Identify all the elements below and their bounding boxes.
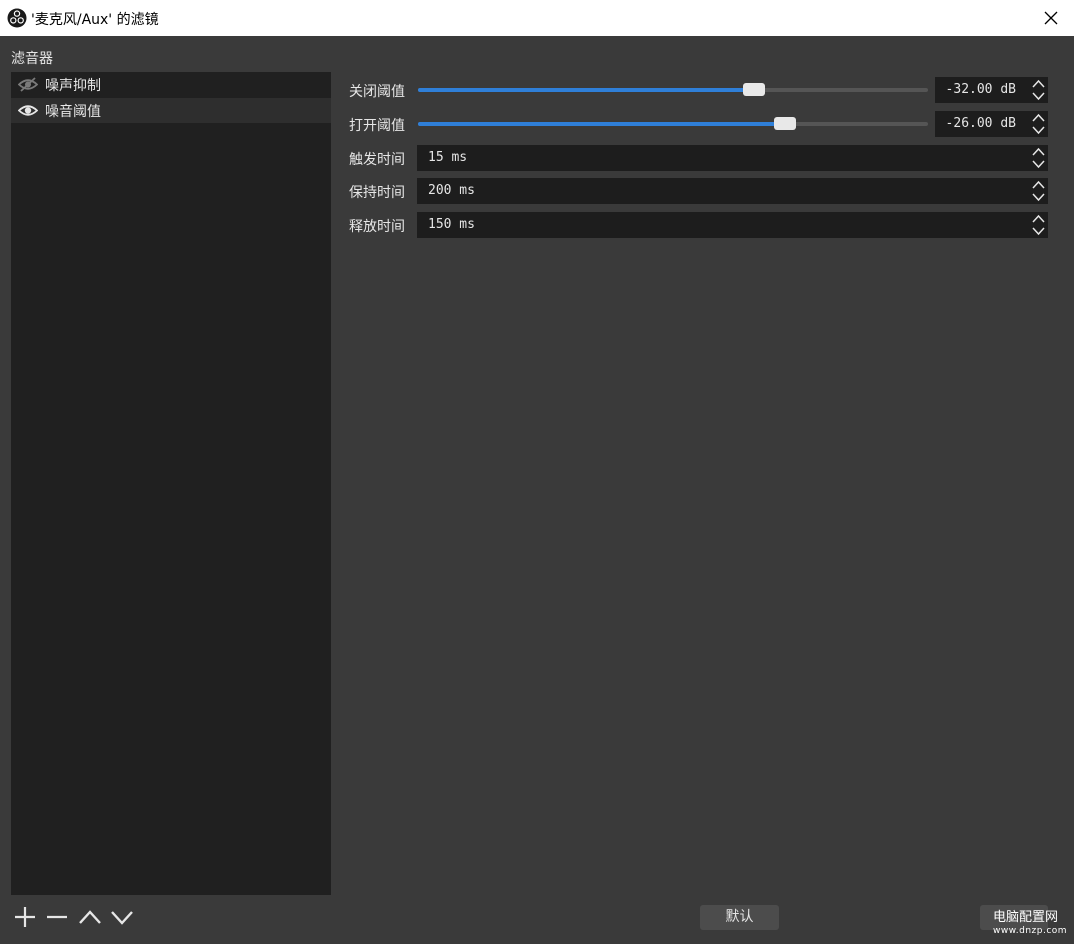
spin-up-icon[interactable] bbox=[1029, 178, 1048, 191]
hold-time-input[interactable]: 200 ms bbox=[417, 178, 1029, 204]
spin-down-icon[interactable] bbox=[1029, 225, 1048, 238]
watermark-text: 电脑配置网 bbox=[993, 910, 1059, 925]
watermark: 电脑配置网 www.dnzp.com bbox=[993, 906, 1068, 936]
eye-hidden-icon[interactable] bbox=[18, 76, 38, 93]
spin-down-icon[interactable] bbox=[1029, 191, 1048, 204]
spin-up-icon[interactable] bbox=[1029, 111, 1048, 124]
attack-time-spinner[interactable] bbox=[1029, 145, 1048, 171]
open-threshold-slider[interactable] bbox=[418, 117, 928, 130]
open-threshold-label: 打开阈值 bbox=[349, 118, 405, 134]
release-time-spinner[interactable] bbox=[1029, 212, 1048, 238]
chevron-up-icon[interactable] bbox=[77, 904, 103, 930]
open-threshold-input[interactable]: -26.00 dB bbox=[935, 111, 1029, 137]
attack-time-input[interactable]: 15 ms bbox=[417, 145, 1029, 171]
spin-up-icon[interactable] bbox=[1029, 77, 1048, 90]
filters-section-label: 滤音器 bbox=[11, 51, 53, 67]
defaults-button[interactable]: 默认 bbox=[700, 905, 779, 930]
release-time-input[interactable]: 150 ms bbox=[417, 212, 1029, 238]
close-threshold-input[interactable]: -32.00 dB bbox=[935, 77, 1029, 103]
spin-down-icon[interactable] bbox=[1029, 158, 1048, 171]
close-threshold-label: 关闭阈值 bbox=[349, 84, 405, 100]
filter-item-noise-suppression[interactable]: 噪声抑制 bbox=[11, 72, 331, 97]
filter-item-label: 噪声抑制 bbox=[45, 78, 101, 94]
filter-list[interactable]: 噪声抑制 噪音阈值 bbox=[11, 72, 331, 895]
close-icon bbox=[1044, 11, 1058, 25]
chevron-down-icon[interactable] bbox=[109, 904, 135, 930]
slider-fill bbox=[418, 88, 754, 92]
spin-down-icon[interactable] bbox=[1029, 90, 1048, 103]
spin-up-icon[interactable] bbox=[1029, 145, 1048, 158]
add-icon[interactable] bbox=[12, 904, 38, 930]
slider-handle[interactable] bbox=[774, 117, 796, 130]
slider-fill bbox=[418, 122, 785, 126]
release-time-label: 释放时间 bbox=[349, 219, 405, 235]
close-button[interactable] bbox=[1028, 0, 1074, 36]
slider-handle[interactable] bbox=[743, 83, 765, 96]
filter-item-label: 噪音阈值 bbox=[45, 104, 101, 120]
close-threshold-spinner[interactable] bbox=[1029, 77, 1048, 103]
remove-icon[interactable] bbox=[44, 904, 70, 930]
obs-logo-icon bbox=[7, 8, 27, 28]
spin-down-icon[interactable] bbox=[1029, 124, 1048, 137]
hold-time-spinner[interactable] bbox=[1029, 178, 1048, 204]
attack-time-label: 触发时间 bbox=[349, 152, 405, 168]
open-threshold-spinner[interactable] bbox=[1029, 111, 1048, 137]
close-threshold-slider[interactable] bbox=[418, 83, 928, 96]
eye-icon[interactable] bbox=[18, 102, 38, 119]
filter-item-noise-gate[interactable]: 噪音阈值 bbox=[11, 98, 331, 123]
watermark-url: www.dnzp.com bbox=[993, 926, 1068, 936]
title-bar: '麦克风/Aux' 的滤镜 bbox=[0, 0, 1074, 36]
spin-up-icon[interactable] bbox=[1029, 212, 1048, 225]
window-title: '麦克风/Aux' 的滤镜 bbox=[31, 12, 159, 28]
hold-time-label: 保持时间 bbox=[349, 185, 405, 201]
